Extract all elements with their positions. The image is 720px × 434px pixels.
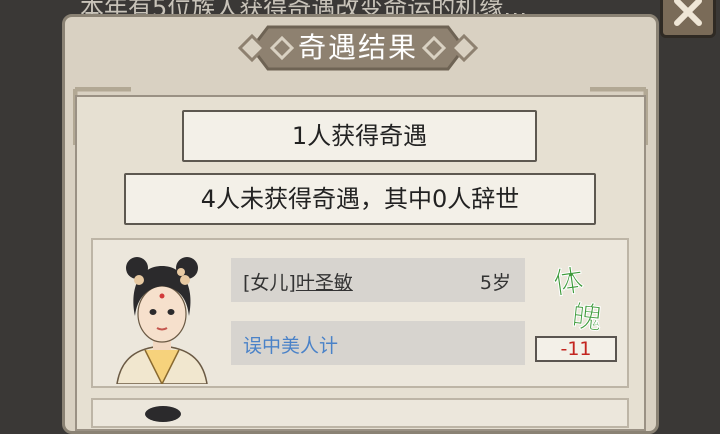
- character-info-row: [女儿]叶圣敏 5岁: [231, 258, 525, 302]
- stat-label-physique: 体 魄: [551, 263, 604, 334]
- svg-text:魄: 魄: [570, 299, 603, 334]
- svg-text:体: 体: [551, 263, 586, 302]
- dialog-title: 奇遇结果: [297, 31, 418, 64]
- encounter-event-row: 误中美人计: [231, 321, 525, 365]
- relation-label: [女儿]: [243, 272, 296, 294]
- next-portrait-hair-icon: [145, 406, 181, 422]
- obtained-summary: 1人获得奇遇: [182, 110, 537, 162]
- encounter-event-text: 误中美人计: [243, 335, 339, 357]
- stat-change-value: -11: [535, 336, 617, 362]
- close-icon: [674, 0, 702, 26]
- character-age: 5岁: [479, 272, 511, 294]
- dialog-title-plate: 奇遇结果: [238, 21, 478, 75]
- result-card: [女儿]叶圣敏 5岁 误中美人计 体 魄 -11: [91, 238, 629, 388]
- result-card-next: [91, 398, 629, 428]
- not-obtained-summary: 4人未获得奇遇，其中0人辞世: [124, 173, 596, 225]
- character-portrait-avatar: [116, 257, 208, 384]
- character-name-link[interactable]: 叶圣敏: [296, 272, 353, 294]
- close-button[interactable]: [660, 0, 716, 38]
